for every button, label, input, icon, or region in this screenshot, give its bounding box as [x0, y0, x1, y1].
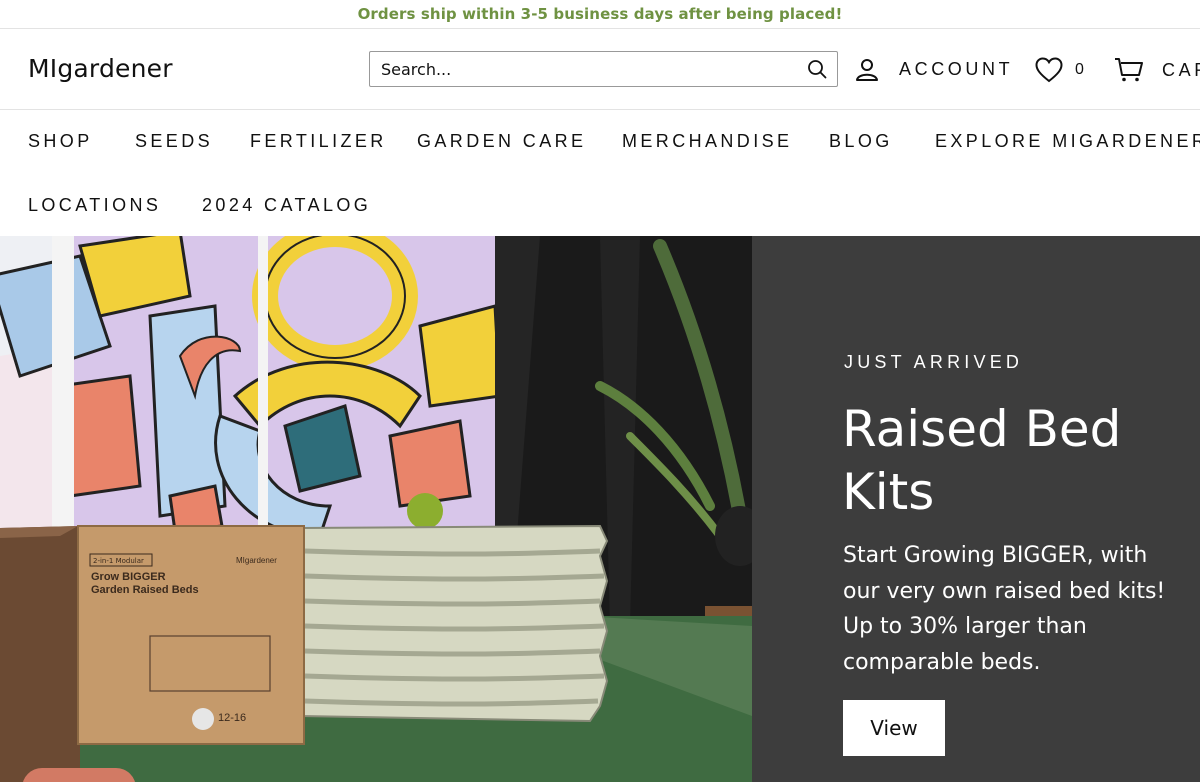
nav-item-explore[interactable]: EXPLORE MIGARDENER	[935, 131, 1200, 152]
box-size-text: 12-16	[218, 712, 246, 724]
site-header: MIgardener ACCOUNT 0 CART	[0, 29, 1200, 110]
site-logo[interactable]: MIgardener	[28, 54, 173, 83]
hero-text-panel: JUST ARRIVED Raised Bed Kits Start Growi…	[752, 236, 1200, 782]
announcement-bar: Orders ship within 3-5 business days aft…	[0, 0, 1200, 29]
search-form	[369, 51, 838, 87]
nav-item-fertilizer[interactable]: FERTILIZER	[250, 131, 387, 152]
hero-view-button[interactable]: View	[843, 700, 945, 756]
hero-eyebrow: JUST ARRIVED	[844, 352, 1024, 372]
chat-widget-button[interactable]	[22, 768, 136, 782]
hero-title: Raised Bed Kits	[842, 400, 1122, 521]
nav-item-shop[interactable]: SHOP	[28, 131, 93, 152]
nav-item-catalog[interactable]: 2024 CATALOG	[202, 195, 371, 216]
account-icon	[856, 59, 878, 81]
box-line1-text: Grow BIGGER	[91, 571, 166, 583]
search-icon	[808, 60, 827, 79]
nav-item-blog[interactable]: BLOG	[829, 131, 893, 152]
wishlist-link[interactable]: 0	[1035, 55, 1084, 85]
search-input[interactable]	[370, 52, 797, 86]
heart-icon	[1035, 57, 1063, 83]
hero-description: Start Growing BIGGER, with our very own …	[843, 543, 1166, 675]
box-badge-text: 2-in-1 Modular	[93, 557, 144, 565]
main-nav: SHOP SEEDS FERTILIZER GARDEN CARE MERCHA…	[0, 110, 1200, 236]
wishlist-count: 0	[1075, 61, 1084, 78]
hero-banner: 2-in-1 Modular Grow BIGGER Garden Raised…	[0, 236, 1200, 782]
cart-link[interactable]: CART	[1114, 55, 1200, 85]
search-button[interactable]	[797, 52, 837, 86]
nav-item-seeds[interactable]: SEEDS	[135, 131, 213, 152]
account-label: ACCOUNT	[899, 58, 1014, 79]
account-link[interactable]: ACCOUNT	[855, 54, 1013, 84]
nav-item-locations[interactable]: LOCATIONS	[28, 195, 161, 216]
hero-photo-illustration: 2-in-1 Modular Grow BIGGER Garden Raised…	[0, 236, 752, 782]
box-brand-text: MIgardener	[236, 556, 277, 565]
hero-image: 2-in-1 Modular Grow BIGGER Garden Raised…	[0, 236, 752, 782]
announcement-text: Orders ship within 3-5 business days aft…	[357, 5, 843, 23]
nav-item-merchandise[interactable]: MERCHANDISE	[622, 131, 792, 152]
cart-label: CART	[1162, 59, 1200, 80]
cart-icon	[1115, 58, 1143, 82]
nav-item-garden-care[interactable]: GARDEN CARE	[417, 131, 586, 152]
box-line2-text: Garden Raised Beds	[91, 584, 199, 596]
